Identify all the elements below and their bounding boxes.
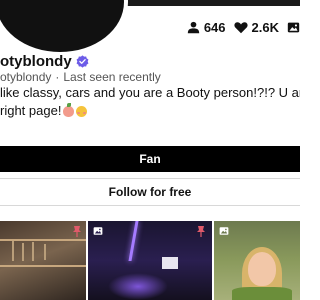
profile-handle-row: otyblondy · Last seen recently xyxy=(0,69,161,85)
media-grid xyxy=(0,221,300,300)
bio-line-2: right page! xyxy=(0,102,300,120)
tile-decoration xyxy=(108,273,168,300)
tile-decoration xyxy=(0,265,86,267)
image-icon xyxy=(287,22,300,32)
stat-photos: 646 xyxy=(187,20,226,35)
tile-decoration xyxy=(162,257,178,269)
bio-line-1: like classy, cars and you are a Booty pe… xyxy=(0,85,300,100)
verified-badge-icon xyxy=(76,54,89,68)
stat-photos-value: 646 xyxy=(203,19,226,35)
profile-bio: like classy, cars and you are a Booty pe… xyxy=(0,84,300,120)
blushing-face-emoji-icon xyxy=(76,105,88,117)
follow-for-free-button[interactable]: Follow for free xyxy=(0,178,300,206)
media-tile[interactable] xyxy=(0,221,86,300)
tile-decoration xyxy=(44,244,46,260)
tile-decoration xyxy=(248,252,276,286)
separator-dot: · xyxy=(55,70,60,84)
display-name: otyblondy xyxy=(0,52,72,70)
profile-stats: 646 2.6K xyxy=(179,17,300,37)
tile-decoration xyxy=(232,287,292,300)
fan-button[interactable]: Fan xyxy=(0,146,300,172)
peach-emoji-icon xyxy=(63,102,75,117)
image-icon xyxy=(93,227,103,235)
pin-icon xyxy=(73,226,81,237)
avatar[interactable] xyxy=(0,0,128,56)
tile-decoration xyxy=(22,243,24,261)
last-seen-status: Last seen recently xyxy=(63,70,161,84)
tile-decoration xyxy=(32,242,34,261)
stat-likes: 2.6K xyxy=(233,19,279,35)
tile-decoration xyxy=(128,221,139,261)
profile-name-row: otyblondy xyxy=(0,51,89,71)
profile-handle: otyblondy xyxy=(0,70,52,84)
stat-media[interactable] xyxy=(287,21,300,34)
bio-line-2-text: right page! xyxy=(0,103,62,118)
media-tile[interactable] xyxy=(88,221,212,300)
profile-page: 646 2.6K otyblondy otyblondy · Last seen… xyxy=(0,0,300,300)
image-icon xyxy=(219,227,229,235)
stat-likes-value: 2.6K xyxy=(251,19,279,35)
heart-icon xyxy=(233,21,248,33)
user-icon xyxy=(187,21,200,33)
media-tile[interactable] xyxy=(214,221,300,300)
tile-decoration xyxy=(12,241,14,261)
pin-icon xyxy=(197,226,205,237)
